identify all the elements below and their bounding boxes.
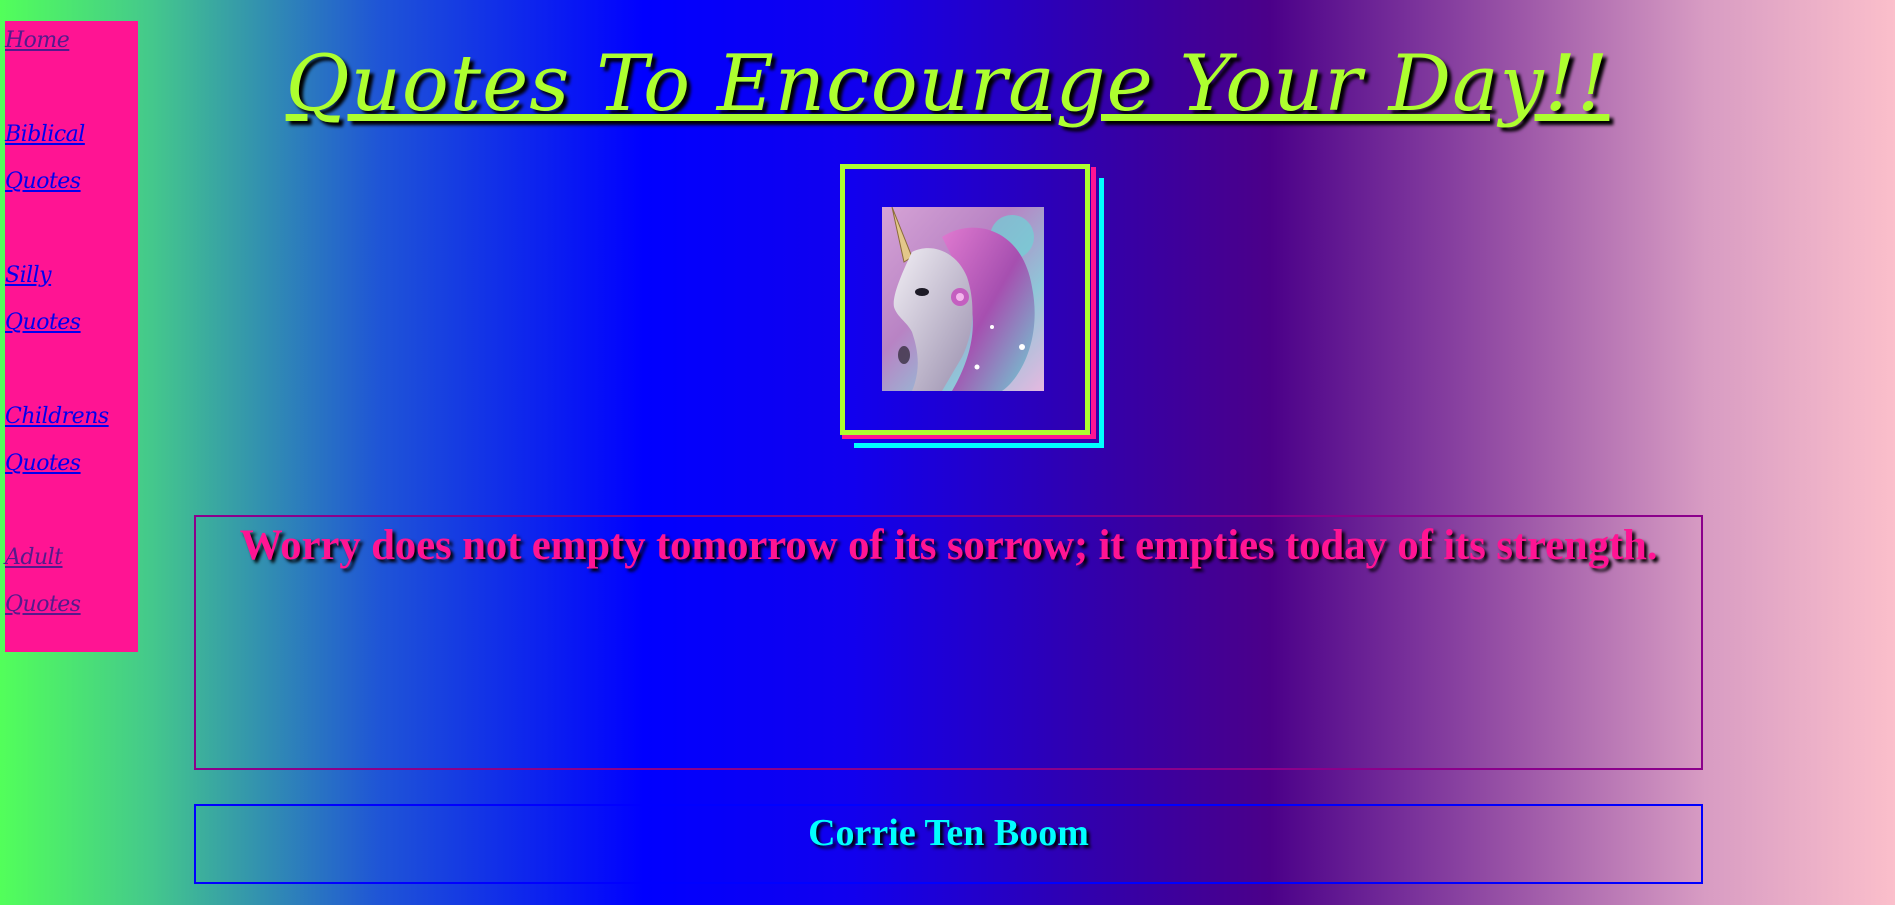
nav-link-childrens-quotes-line2[interactable]: Quotes [5,453,81,475]
quote-text: Worry does not empty tomorrow of its sor… [239,522,1658,569]
unicorn-image [882,207,1044,391]
page-title: Quotes To Encourage Your Day!! [285,39,1610,129]
nav-link-adult-quotes-line2[interactable]: Quotes [5,594,81,616]
quote-author: Corrie Ten Boom [808,812,1089,854]
nav-link-childrens-quotes[interactable]: Childrens [5,406,109,428]
author-box: Corrie Ten Boom [194,804,1703,884]
nav-link-biblical-quotes-line2[interactable]: Quotes [5,171,81,193]
nav-link-silly-quotes[interactable]: Silly [5,265,52,287]
nav-link-silly-quotes-line2[interactable]: Quotes [5,312,81,334]
nav-link-adult-quotes[interactable]: Adult [5,547,63,569]
quote-box: Worry does not empty tomorrow of its sor… [194,515,1703,770]
